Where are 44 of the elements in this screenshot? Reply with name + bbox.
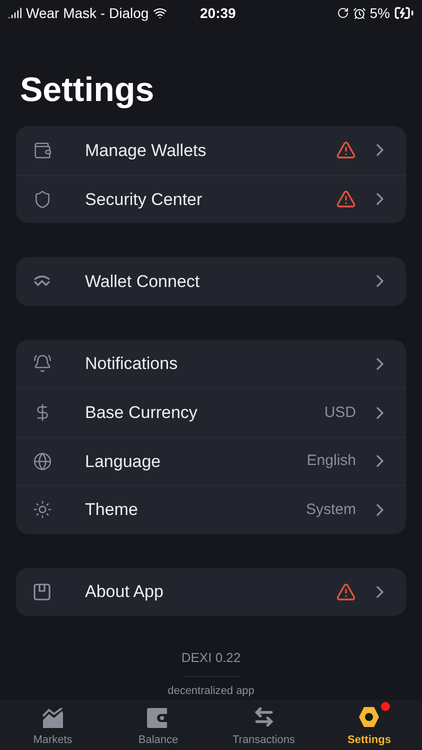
tab-item[interactable]: Balance [106, 700, 211, 750]
wave-icon [33, 275, 51, 288]
app-tagline: decentralized app [168, 684, 254, 698]
swap-icon [252, 706, 275, 728]
wallet-icon [32, 140, 52, 160]
rotation-lock-icon [336, 7, 349, 19]
shield-icon [32, 190, 52, 209]
settings-row[interactable]: About App [16, 568, 406, 616]
carrier-name: Wear Mask - Dialog [26, 4, 149, 23]
settings-row[interactable]: Notifications [16, 340, 406, 388]
settings-row[interactable]: Security Center [16, 174, 406, 223]
tab-item[interactable]: Settings [316, 700, 422, 750]
row-value: USD [324, 402, 356, 422]
settings-row[interactable]: Base Currency USD [16, 388, 406, 436]
row-value: System [306, 500, 356, 520]
wallet-icon [147, 708, 170, 728]
row-label: Language [85, 450, 161, 472]
row-label: About App [85, 581, 164, 603]
box-icon [33, 582, 51, 601]
bell-icon [32, 354, 52, 374]
row-label: Notifications [85, 353, 178, 375]
signal-icon [8, 6, 22, 20]
tab-item[interactable]: Transactions [211, 700, 316, 750]
battery-percent: 5% [370, 4, 390, 22]
settings-row[interactable]: Manage Wallets [16, 126, 406, 174]
clock-time: 20:39 [200, 4, 236, 22]
alarm-icon [352, 6, 366, 20]
wifi-icon [152, 6, 167, 20]
settings-row[interactable]: Theme System [16, 485, 406, 534]
tab-item[interactable]: Markets [0, 700, 106, 750]
row-label: Theme [85, 499, 138, 521]
settings-row[interactable]: Wallet Connect [16, 257, 406, 306]
row-label: Wallet Connect [85, 270, 200, 292]
sun-icon [32, 500, 52, 520]
row-value: English [306, 451, 356, 471]
nut-icon [358, 706, 380, 728]
globe-icon [32, 452, 52, 471]
row-label: Manage Wallets [85, 140, 206, 162]
chart-icon [42, 708, 64, 728]
row-label: Security Center [85, 188, 202, 210]
settings-row[interactable]: Language English [16, 436, 406, 485]
row-label: Base Currency [85, 402, 198, 424]
app-version: DEXI 0.22 [181, 649, 241, 667]
page-title: Settings [19, 70, 156, 110]
